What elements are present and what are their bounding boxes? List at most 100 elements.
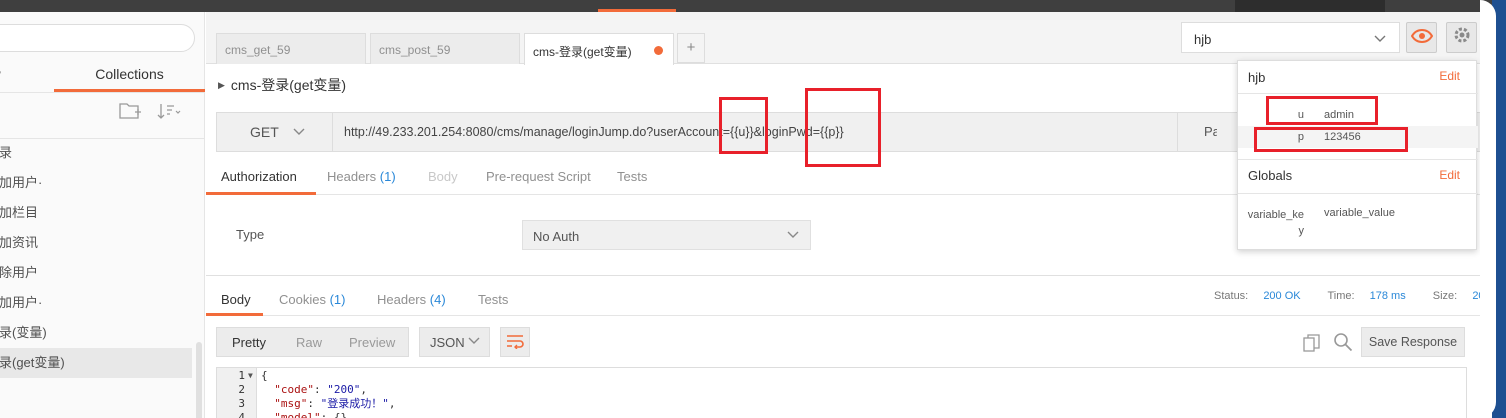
auth-type-select[interactable]: No Auth [522, 220, 811, 250]
tab-headers[interactable]: Headers (1) [327, 169, 396, 184]
unsaved-dot-icon [654, 46, 663, 55]
new-folder-icon[interactable] [118, 101, 142, 124]
tab-authorization[interactable]: Authorization [221, 169, 297, 184]
divider [206, 275, 1506, 276]
view-raw-button[interactable]: Raw [296, 335, 322, 350]
request-title[interactable]: ▶ cms-登录(get变量) [218, 75, 346, 95]
caret-right-icon: ▶ [218, 80, 225, 90]
response-meta: Status: 200 OK Time: 178 ms Size: 206 B [1214, 290, 1506, 302]
auth-type-label: Type [236, 227, 265, 242]
wrap-lines-button[interactable] [500, 327, 530, 357]
code-text: { [261, 369, 268, 382]
params-button[interactable]: Params [1177, 113, 1217, 151]
list-item-selected[interactable]: 录(get变量) [0, 348, 192, 378]
request-tab[interactable]: cms_get_59 [216, 33, 366, 64]
json-value: "200" [327, 383, 361, 396]
code-line: 1 ▼ { [217, 369, 1466, 383]
method-select[interactable]: GET [217, 113, 333, 151]
request-tab-active[interactable]: cms-登录(get变量) [524, 33, 674, 65]
environment-select[interactable]: hjb [1181, 22, 1400, 53]
tab-label: Body [428, 169, 458, 184]
line-number: 3 [238, 397, 245, 410]
chevron-down-icon [292, 124, 306, 140]
json-value: "登录成功！" [320, 397, 389, 410]
tab-body[interactable]: Body [428, 169, 458, 184]
tab-count: (1) [329, 292, 346, 307]
add-tab-button[interactable]: + [677, 33, 705, 63]
json-value: {} [333, 411, 348, 418]
list-item[interactable]: 加用户· [0, 288, 205, 318]
list-item[interactable]: 加栏目 [0, 198, 205, 228]
code-line: 4 "model": {} [217, 411, 1466, 418]
request-tabbar: cms_get_59 cms_post_59 cms-登录(get变量) + h… [206, 12, 1506, 65]
view-pretty-button[interactable]: Pretty [232, 335, 266, 350]
code-text: "code": "200", [274, 383, 367, 396]
sidebar-scrollbar[interactable] [196, 342, 202, 418]
tab-response-headers[interactable]: Headers (4) [377, 292, 446, 307]
view-preview-button[interactable]: Preview [349, 335, 395, 350]
environment-selected: hjb [1194, 32, 1212, 47]
copy-icon[interactable] [1303, 334, 1321, 355]
response-body-editor[interactable]: 1 ▼ { 2 "code": "200", 3 "msg": "登录成功！",… [216, 367, 1467, 418]
tab-cookies[interactable]: Cookies (1) [279, 292, 345, 307]
line-number: 4 [238, 411, 245, 418]
list-item[interactable]: 加资讯 [0, 228, 205, 258]
request-tab[interactable]: cms_post_59 [370, 33, 520, 64]
status-label: Status: [1214, 290, 1249, 302]
divider [1238, 159, 1478, 160]
global-var-key: variable_key [1247, 209, 1304, 237]
sort-icon[interactable] [156, 102, 182, 123]
json-key: "model" [274, 411, 321, 418]
environment-quick-look-button[interactable] [1406, 22, 1437, 53]
list-item[interactable]: 除用户 [0, 258, 205, 288]
format-select[interactable]: JSON [419, 327, 490, 357]
tab-label: Tests [617, 169, 648, 184]
view-mode-segmented: Pretty Raw Preview [216, 327, 409, 357]
global-var-row: variable_key variable_value [1238, 207, 1478, 241]
divider [1238, 93, 1478, 94]
sidebar-search-input[interactable] [0, 24, 195, 52]
size-label: Size: [1432, 290, 1458, 302]
tab-label: cms_get_59 [225, 43, 291, 57]
tab-label: Tests [478, 292, 509, 307]
annotation-box [805, 88, 881, 167]
json-key: "code" [274, 383, 314, 396]
list-item[interactable]: 录(变量) [0, 318, 205, 348]
list-item[interactable]: 加用户· [0, 168, 205, 198]
wrap-icon [506, 333, 524, 352]
line-number: 2 [238, 383, 245, 396]
divider [1238, 193, 1478, 194]
tab-response-tests[interactable]: Tests [478, 292, 508, 307]
edit-globals-link[interactable]: Edit [1439, 168, 1460, 182]
search-icon[interactable] [1333, 332, 1353, 355]
collection-list: 录 加用户· 加栏目 加资讯 除用户 加用户· 录(变量) 录(get变量) [0, 138, 205, 378]
manage-environments-button[interactable] [1446, 22, 1477, 53]
save-response-button[interactable]: Save Response [1361, 327, 1465, 357]
list-item[interactable]: 录 [0, 138, 205, 168]
code-line: 3 "msg": "登录成功！", [217, 397, 1466, 411]
chevron-down-icon [467, 333, 481, 350]
edit-environment-link[interactable]: Edit [1439, 69, 1460, 83]
json-key: "msg" [274, 397, 308, 410]
chevron-down-icon [1373, 31, 1387, 48]
tab-history[interactable]: y [0, 66, 1, 82]
status-value: 200 OK [1263, 290, 1301, 302]
tab-label: Pre-request Script [486, 169, 591, 184]
window-edge [1480, 0, 1496, 418]
tab-collections[interactable]: Collections [54, 62, 205, 92]
tab-tests[interactable]: Tests [617, 169, 647, 184]
url-input[interactable]: http://49.233.201.254:8080/cms/manage/lo… [344, 113, 844, 151]
eye-icon [1410, 28, 1433, 46]
tab-label: Authorization [221, 169, 297, 184]
chevron-down-icon [786, 227, 800, 244]
fold-caret-icon[interactable]: ▼ [248, 369, 253, 383]
request-title-text: cms-登录(get变量) [230, 77, 347, 93]
tab-pre-request-script[interactable]: Pre-request Script [486, 169, 591, 184]
tab-count: (4) [429, 292, 446, 307]
divider [0, 92, 205, 93]
globals-title: Globals [1248, 168, 1293, 183]
tab-response-body[interactable]: Body [221, 292, 251, 307]
annotation-box [1254, 127, 1408, 152]
tab-label: Cookies [279, 292, 326, 307]
tab-label: Headers [377, 292, 427, 307]
